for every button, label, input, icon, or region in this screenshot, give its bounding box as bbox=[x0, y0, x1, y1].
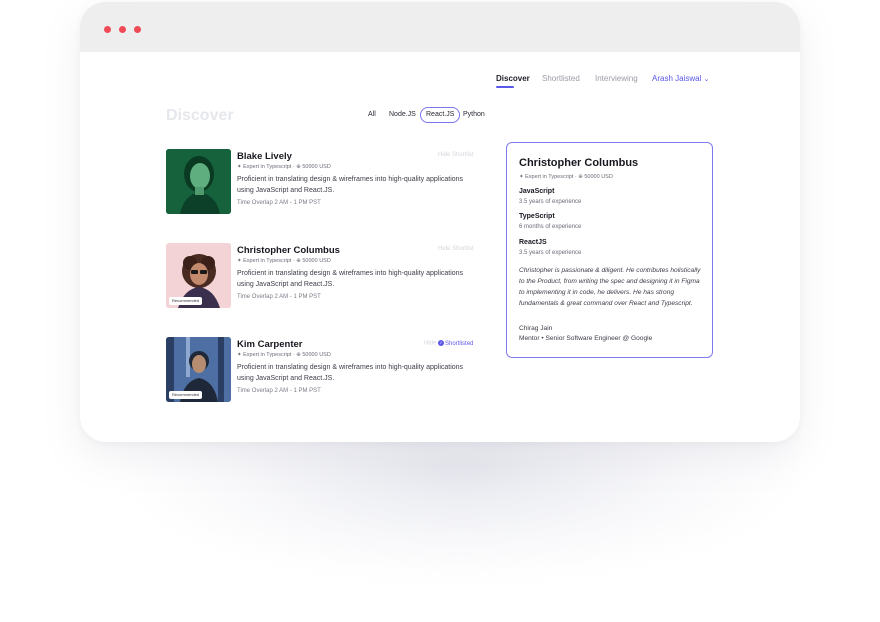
candidate-photo-blake[interactable] bbox=[166, 149, 231, 214]
candidate-description: Proficient in translating design & wiref… bbox=[237, 364, 464, 382]
candidate-meta: ✦ Expert in Typescript · ⊕ 50000 USD bbox=[237, 258, 331, 264]
filter-reactjs[interactable]: React.JS bbox=[420, 107, 461, 123]
candidate-description: Proficient in translating design & wiref… bbox=[237, 270, 464, 288]
check-icon: ✓ bbox=[438, 340, 445, 346]
skill-name: JavaScript bbox=[519, 188, 555, 195]
mentor-title: Mentor • Senior Software Engineer @ Goog… bbox=[519, 335, 653, 342]
close-dot-icon[interactable] bbox=[104, 26, 111, 33]
minimize-dot-icon[interactable] bbox=[119, 26, 126, 33]
card-actions[interactable]: Hide Shortlist bbox=[438, 152, 474, 158]
filter-python[interactable]: Python bbox=[463, 108, 485, 122]
candidate-detail-panel: Christopher Columbus ✦ Expert in Typescr… bbox=[506, 142, 713, 358]
recommended-badge: Recommended bbox=[169, 297, 203, 305]
time-overlap: Time Overlap 2 AM - 1 PM PST bbox=[237, 388, 321, 394]
skill-name: ReactJS bbox=[519, 239, 547, 246]
maximize-dot-icon[interactable] bbox=[134, 26, 141, 33]
mentor-name: Chirag Jain bbox=[519, 325, 553, 332]
candidate-name[interactable]: Blake Lively bbox=[237, 151, 292, 162]
expertise-label: ✦ Expert in Typescript bbox=[237, 352, 292, 358]
skill-experience: 6 months of experience bbox=[519, 224, 582, 230]
candidate-meta: ✦ Expert in Typescript · ⊕ 50000 USD bbox=[237, 352, 331, 358]
candidate-photo-kim[interactable]: Recommended bbox=[166, 337, 231, 402]
detail-name: Christopher Columbus bbox=[519, 157, 639, 169]
salary-label: ⊕ 50000 USD bbox=[296, 352, 331, 358]
skill-experience: 3.5 years of experience bbox=[519, 250, 582, 256]
recommended-badge: Recommended bbox=[169, 391, 203, 399]
card-actions: Hide ✓ Shortlisted bbox=[424, 340, 473, 347]
tab-discover[interactable]: Discover bbox=[496, 74, 530, 83]
time-overlap: Time Overlap 2 AM - 1 PM PST bbox=[237, 200, 321, 206]
portrait-icon bbox=[166, 149, 231, 214]
time-overlap: Time Overlap 2 AM - 1 PM PST bbox=[237, 294, 321, 300]
mentor-testimonial: Christopher is passionate & diligent. He… bbox=[519, 267, 701, 307]
salary-label: ⊕ 50000 USD bbox=[578, 174, 613, 180]
expertise-label: ✦ Expert in Typescript bbox=[237, 164, 292, 170]
card-actions[interactable]: Hide Shortlist bbox=[438, 246, 474, 252]
tab-interviewing[interactable]: Interviewing bbox=[595, 74, 638, 83]
candidate-photo-christopher[interactable]: Recommended bbox=[166, 243, 231, 308]
candidate-description: Proficient in translating design & wiref… bbox=[237, 176, 464, 194]
candidate-meta: ✦ Expert in Typescript · ⊕ 50000 USD bbox=[237, 164, 331, 170]
candidate-name[interactable]: Kim Carpenter bbox=[237, 339, 302, 350]
candidate-name[interactable]: Christopher Columbus bbox=[237, 245, 340, 256]
filter-all[interactable]: All bbox=[368, 108, 376, 122]
detail-meta: ✦ Expert in Typescript · ⊕ 50000 USD bbox=[519, 174, 613, 180]
expertise-label: ✦ Expert in Typescript bbox=[237, 258, 292, 264]
hide-button[interactable]: Hide bbox=[424, 341, 436, 347]
filter-nodejs[interactable]: Node.JS bbox=[389, 108, 416, 122]
salary-label: ⊕ 50000 USD bbox=[296, 164, 331, 170]
salary-label: ⊕ 50000 USD bbox=[296, 258, 331, 264]
skill-name: TypeScript bbox=[519, 213, 555, 220]
chevron-down-icon: ⌄ bbox=[703, 76, 710, 83]
page-title: Discover bbox=[166, 107, 234, 124]
active-tab-indicator bbox=[496, 86, 514, 88]
window-titlebar bbox=[80, 2, 800, 52]
shortlisted-button[interactable]: ✓ Shortlisted bbox=[438, 340, 474, 347]
shortlisted-label: Shortlisted bbox=[445, 340, 474, 347]
user-menu[interactable]: Arash Jaiswal ⌄ bbox=[652, 74, 709, 83]
user-name: Arash Jaiswal bbox=[652, 74, 702, 83]
tab-shortlisted[interactable]: Shortlisted bbox=[542, 74, 580, 83]
skill-experience: 3.5 years of experience bbox=[519, 199, 582, 205]
expertise-label: ✦ Expert in Typescript bbox=[519, 174, 574, 180]
